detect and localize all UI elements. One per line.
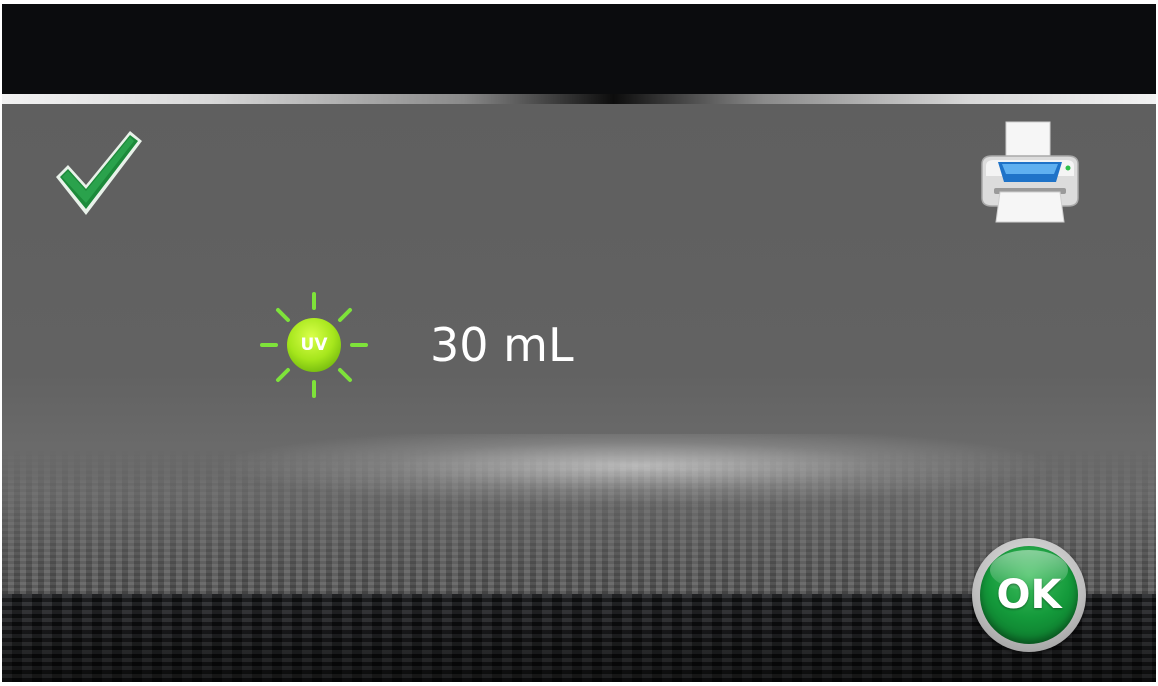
- volume-value: 30 mL: [430, 318, 574, 372]
- checkmark-icon: [56, 131, 142, 215]
- ok-label: OK: [996, 572, 1062, 618]
- uv-label: UV: [300, 335, 328, 355]
- header-divider: [2, 94, 1156, 104]
- top-bar: [2, 4, 1156, 94]
- print-button[interactable]: [972, 118, 1088, 228]
- uv-sun-icon: UV: [258, 290, 370, 400]
- ok-button[interactable]: OK: [972, 538, 1086, 652]
- uv-volume-row: UV 30 mL: [258, 290, 574, 400]
- ok-button-face: OK: [980, 546, 1078, 644]
- printer-icon: [981, 121, 1079, 223]
